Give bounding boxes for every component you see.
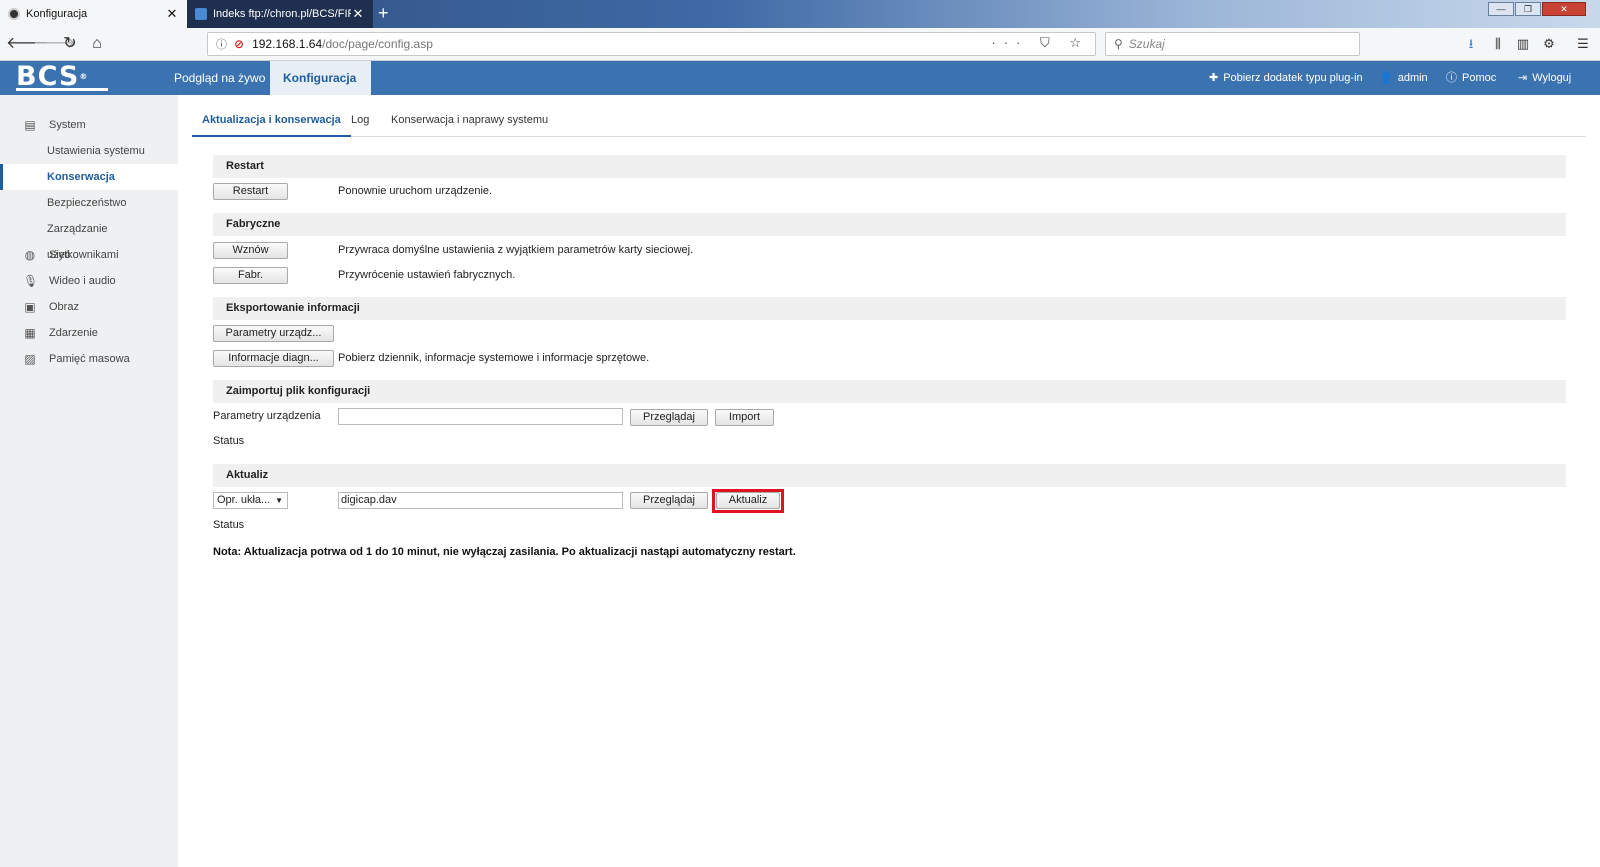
camera-favicon-icon — [8, 8, 20, 20]
factory-default-description: Przywrócenie ustawień fabrycznych. — [338, 269, 516, 281]
section-import-header: Zaimportuj plik konfiguracji — [213, 380, 1566, 403]
download-plugin-link[interactable]: ✚ Pobierz dodatek typu plug-in — [1209, 61, 1363, 95]
calendar-icon: ▦ — [24, 326, 36, 340]
menu-configuration[interactable]: Konfiguracja — [270, 61, 371, 95]
factory-default-button[interactable]: Fabr. — [213, 267, 288, 284]
app-header: BCS® Podgląd na żywo Konfiguracja ✚ Pobie… — [0, 61, 1600, 95]
user-admin-link[interactable]: 👤 admin — [1379, 61, 1428, 95]
forward-arrow-icon[interactable]: 🡒 — [33, 34, 76, 54]
upgrade-file-path-input[interactable]: digicap.dav — [338, 492, 623, 509]
restart-description: Ponownie uruchom urządzenie. — [338, 185, 493, 197]
sidebar-item-maintenance[interactable]: Konserwacja — [0, 164, 178, 190]
upgrade-type-select[interactable]: Opr. ukła... ▼ — [213, 492, 288, 509]
import-field-label: Parametry urządzenia — [213, 410, 321, 422]
address-bar[interactable]: ⓘ ⊘ 192.168.1.64 /doc/page/config.asp ··… — [207, 32, 1096, 56]
sidebar-item-system[interactable]: ▤ System — [0, 112, 178, 138]
sidebar-item-network[interactable]: ◍ Sieć — [0, 242, 178, 268]
sidebar: ▤ System Ustawienia systemu Konserwacja … — [0, 95, 178, 867]
upgrade-note: Nota: Aktualizacja potrwa od 1 do 10 min… — [213, 546, 796, 558]
upgrade-status-label: Status — [213, 519, 245, 531]
library-icon[interactable]: ⫼ — [1489, 35, 1507, 53]
browser-tab-strip: Konfiguracja ✕ Indeks ftp://chron.pl/BCS… — [0, 0, 1600, 28]
sidebar-item-storage[interactable]: ▨ Pamięć masowa — [0, 346, 178, 372]
restore-description: Przywraca domyślne ustawienia z wyjątkie… — [338, 244, 694, 256]
close-tab-icon[interactable]: ✕ — [165, 6, 179, 22]
import-button[interactable]: Import — [715, 409, 774, 426]
sidebar-item-user-management[interactable]: Zarządzanie użytkownikami — [0, 216, 178, 261]
browser-tab-konfiguracja[interactable]: Konfiguracja ✕ — [0, 0, 187, 28]
system-icon: ▤ — [24, 118, 36, 132]
info-icon[interactable]: ⓘ — [216, 36, 230, 52]
chevron-down-icon: ▼ — [275, 496, 283, 505]
puzzle-icon: ✚ — [1209, 72, 1219, 84]
import-file-path-input[interactable] — [338, 408, 623, 425]
storage-icon: ▨ — [24, 352, 36, 366]
download-icon[interactable]: ⭳ — [1462, 35, 1480, 53]
restore-button[interactable]: Wznów — [213, 242, 288, 259]
import-browse-button[interactable]: Przeglądaj — [630, 409, 708, 426]
section-factory-header: Fabryczne — [213, 213, 1566, 236]
section-upgrade-header: Aktualiz — [213, 464, 1566, 487]
url-host: 192.168.1.64 — [252, 37, 323, 51]
search-placeholder: Szukaj — [1128, 37, 1165, 51]
sidebar-item-event[interactable]: ▦ Zdarzenie — [0, 320, 178, 346]
maintenance-subtabs: Aktualizacja i konserwacja Log Konserwac… — [192, 106, 1586, 137]
diagnostic-info-description: Pobierz dziennik, informacje systemowe i… — [338, 352, 650, 364]
sidebar-toggle-icon[interactable]: ▥ — [1514, 35, 1532, 53]
restart-button[interactable]: Restart — [213, 183, 288, 200]
browser-search-input[interactable]: ⚲ Szukaj — [1105, 32, 1360, 56]
user-icon: 👤 — [1379, 72, 1393, 84]
hamburger-menu-icon[interactable]: ☰ — [1574, 35, 1592, 53]
upgrade-browse-button[interactable]: Przeglądaj — [630, 492, 708, 509]
tab-log[interactable]: Log — [341, 106, 379, 137]
help-link[interactable]: ⓘ Pomoc — [1446, 61, 1496, 95]
new-tab-button[interactable]: + — [378, 3, 389, 24]
network-icon: ◍ — [24, 248, 36, 262]
section-restart-header: Restart — [213, 155, 1566, 178]
back-arrow-icon[interactable]: 🡐 — [6, 34, 49, 54]
browser-navigation-bar: 🡐 🡒 ↻ ⌂ ⓘ ⊘ 192.168.1.64 /doc/page/confi… — [0, 28, 1600, 61]
import-status-label: Status — [213, 435, 245, 447]
page-favicon-icon — [195, 8, 207, 20]
reload-icon[interactable]: ↻ — [60, 34, 80, 54]
tab-label: Indeks ftp://chron.pl/BCS/FIRM — [213, 8, 351, 20]
close-tab-icon[interactable]: ✕ — [351, 6, 365, 22]
section-export-header: Eksportowanie informacji — [213, 297, 1566, 320]
tab-label: Konfiguracja — [26, 8, 88, 20]
sidebar-item-system-settings[interactable]: Ustawienia systemu — [0, 138, 178, 164]
minimize-window-button[interactable]: — — [1488, 2, 1514, 16]
sidebar-item-video-audio[interactable]: 🎙 Wideo i audio — [0, 268, 178, 294]
insecure-connection-icon: ⊘ — [234, 37, 245, 51]
help-icon: ⓘ — [1446, 72, 1457, 84]
export-diagnostic-info-button[interactable]: Informacje diagn... — [213, 350, 334, 367]
search-icon: ⚲ — [1114, 37, 1123, 51]
image-icon: ▣ — [24, 300, 36, 314]
url-path: /doc/page/config.asp — [322, 37, 433, 51]
logout-link[interactable]: ⇥ Wyloguj — [1518, 61, 1571, 95]
extension-icon[interactable]: ⚙ — [1540, 35, 1558, 53]
page-actions-icons[interactable]: ··· ⛉ ☆ — [991, 35, 1089, 51]
bcs-logo: BCS® — [16, 63, 108, 91]
home-icon[interactable]: ⌂ — [87, 34, 107, 54]
sidebar-item-security[interactable]: Bezpieczeństwo — [0, 190, 178, 216]
tab-upgrade-maintenance[interactable]: Aktualizacja i konserwacja — [192, 106, 351, 137]
close-window-button[interactable]: ✕ — [1542, 2, 1586, 16]
microphone-icon: 🎙 — [23, 274, 39, 288]
logout-icon: ⇥ — [1518, 72, 1528, 84]
export-device-parameters-button[interactable]: Parametry urządz... — [213, 325, 334, 342]
browser-tab-ftp-index[interactable]: Indeks ftp://chron.pl/BCS/FIRM ✕ — [187, 0, 373, 28]
upgrade-button[interactable]: Aktualiz — [716, 492, 780, 509]
maximize-window-button[interactable]: ❐ — [1515, 2, 1541, 16]
menu-live-view[interactable]: Podgląd na żywo — [161, 61, 278, 95]
sidebar-item-image[interactable]: ▣ Obraz — [0, 294, 178, 320]
tab-system-service[interactable]: Konserwacja i naprawy systemu — [381, 106, 558, 137]
